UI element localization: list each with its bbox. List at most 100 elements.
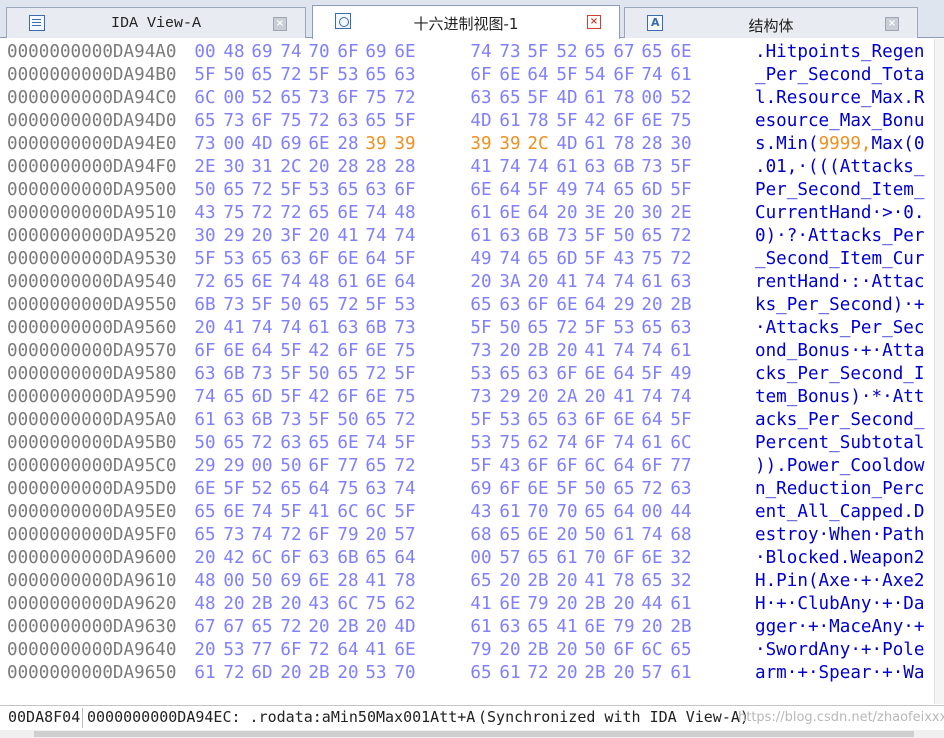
hex-byte[interactable]: 69 [279,570,303,593]
hex-byte[interactable]: 73 [469,340,493,363]
hex-byte[interactable]: 65 [526,317,550,340]
hex-byte[interactable]: 30 [193,225,217,248]
hex-byte[interactable]: 52 [555,41,579,64]
hex-byte[interactable]: 20 [612,593,636,616]
hex-byte[interactable]: 73 [222,294,246,317]
hex-byte[interactable]: 61 [307,317,331,340]
hex-byte[interactable]: 63 [669,317,693,340]
hex-byte[interactable]: 65 [669,639,693,662]
hex-byte[interactable]: 00 [640,87,664,110]
hex-byte[interactable]: 6C [336,501,360,524]
hex-byte[interactable]: 41 [469,156,493,179]
hex-byte[interactable]: 5F [393,363,417,386]
hex-byte[interactable]: 2B [669,294,693,317]
hex-byte[interactable]: 78 [612,570,636,593]
hex-byte[interactable]: 28 [336,570,360,593]
hex-byte[interactable]: 2B [336,616,360,639]
hex-byte[interactable]: 61 [498,662,522,685]
hex-byte[interactable]: 69 [279,133,303,156]
hex-byte[interactable]: 72 [193,271,217,294]
hex-byte[interactable]: 6F [307,455,331,478]
hex-byte[interactable]: 5F [364,294,388,317]
hex-byte[interactable]: 6F [640,455,664,478]
hex-byte[interactable]: 2B [526,340,550,363]
hex-byte[interactable]: 6F [583,409,607,432]
hex-byte[interactable]: 63 [279,432,303,455]
hex-byte[interactable]: 72 [250,202,274,225]
hex-byte[interactable]: 72 [669,248,693,271]
vertical-scrollbar[interactable] [934,39,944,704]
hex-byte[interactable]: 5F [640,363,664,386]
hex-byte[interactable]: 6E [498,64,522,87]
hex-byte[interactable]: 72 [250,432,274,455]
hex-byte[interactable]: 5F [307,409,331,432]
hex-byte[interactable]: 29 [193,455,217,478]
hex-byte[interactable]: 42 [583,110,607,133]
hex-byte[interactable]: 65 [526,248,550,271]
hex-byte[interactable]: 6C [336,593,360,616]
hex-byte[interactable]: 49 [669,363,693,386]
hex-byte[interactable]: 74 [583,271,607,294]
hex-byte[interactable]: 63 [364,179,388,202]
hex-byte[interactable]: 73 [498,41,522,64]
hex-byte[interactable]: 74 [555,432,579,455]
hex-byte[interactable]: 20 [222,593,246,616]
hex-byte[interactable]: 20 [469,271,493,294]
hex-byte[interactable]: 41 [469,593,493,616]
hex-byte[interactable]: 5F [555,478,579,501]
hex-byte[interactable]: 61 [336,271,360,294]
hex-byte[interactable]: 63 [498,294,522,317]
hex-byte[interactable]: 6E [364,271,388,294]
hex-byte[interactable]: 42 [307,340,331,363]
hex-byte[interactable]: 74 [498,156,522,179]
hex-byte[interactable]: 63 [583,156,607,179]
hex-byte[interactable]: 52 [250,87,274,110]
hex-byte[interactable]: 63 [469,87,493,110]
hex-byte[interactable]: 6E [469,179,493,202]
hex-byte[interactable]: 3E [583,202,607,225]
hex-byte[interactable]: 61 [669,593,693,616]
hex-byte[interactable]: 52 [669,87,693,110]
hex-byte[interactable]: 5F [279,340,303,363]
hex-byte[interactable]: 28 [336,133,360,156]
hex-byte[interactable]: 54 [583,64,607,87]
hex-byte[interactable]: 64 [393,271,417,294]
hex-byte[interactable]: 6E [364,340,388,363]
hex-byte[interactable]: 43 [498,455,522,478]
hex-byte[interactable]: 5F [222,478,246,501]
hex-byte[interactable]: 5F [469,409,493,432]
hex-byte[interactable]: 74 [498,248,522,271]
hex-byte[interactable]: 20 [555,593,579,616]
hex-byte[interactable]: 67 [612,41,636,64]
hex-byte[interactable]: 79 [526,593,550,616]
hex-row[interactable]: 0000000000DA9610 48 00 50 69 6E 28 41 78 65 20 2B 20… [0,570,944,593]
tab-hex-view-1[interactable]: 十六进制视图-1 × [312,5,620,39]
hex-row[interactable]: 0000000000DA9630 67 67 65 72 20 2B 20 4D 61 63 65 41… [0,616,944,639]
hex-row[interactable]: 0000000000DA9500 50 65 72 5F 53 65 63 6F 6E 64 5F 49… [0,179,944,202]
hex-byte[interactable]: 00 [640,501,664,524]
hex-byte[interactable]: 50 [279,294,303,317]
hex-byte[interactable]: 53 [469,432,493,455]
hex-row[interactable]: 0000000000DA95D0 6E 5F 52 65 64 75 63 74 69 6F 6E 5F… [0,478,944,501]
hex-byte[interactable]: 69 [250,41,274,64]
hex-byte[interactable]: 5F [526,41,550,64]
hex-byte[interactable]: 29 [222,455,246,478]
hex-byte[interactable]: 65 [307,432,331,455]
hex-byte[interactable]: 41 [583,570,607,593]
hex-byte[interactable]: 57 [640,662,664,685]
hex-row[interactable]: 0000000000DA9620 48 20 2B 20 43 6C 75 62 41 6E 79 20… [0,593,944,616]
hex-byte[interactable]: 69 [469,478,493,501]
hex-byte[interactable]: 5F [555,110,579,133]
hex-byte[interactable]: 5F [469,317,493,340]
hex-byte[interactable]: 20 [498,570,522,593]
hex-byte[interactable]: 20 [250,225,274,248]
hex-byte[interactable]: 65 [307,202,331,225]
hex-byte[interactable]: 20 [612,662,636,685]
hex-byte[interactable]: 2B [526,570,550,593]
hex-byte[interactable]: 74 [250,524,274,547]
hex-byte[interactable]: 72 [336,294,360,317]
hex-byte[interactable]: 65 [222,179,246,202]
hex-byte[interactable]: 5F [393,248,417,271]
hex-byte[interactable]: 6C [669,432,693,455]
hex-byte[interactable]: 00 [222,133,246,156]
